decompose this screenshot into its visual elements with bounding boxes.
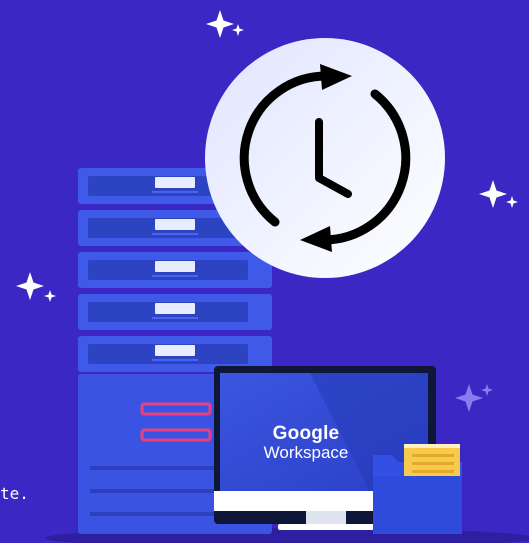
server-unit [78,252,272,288]
sparkle-icon [16,272,56,302]
folder-icon [373,444,462,534]
sparkle-icon [206,10,244,38]
caption-fragment: te. [0,484,29,503]
clock-sync-icon [205,38,445,278]
sparkle-icon [479,180,518,208]
server-unit [78,294,272,330]
brand-name: Google [272,423,340,444]
sparkle-icon [455,384,493,412]
google-workspace-logo-text: Google Workspace [236,424,376,462]
brand-product: Workspace [263,442,349,462]
